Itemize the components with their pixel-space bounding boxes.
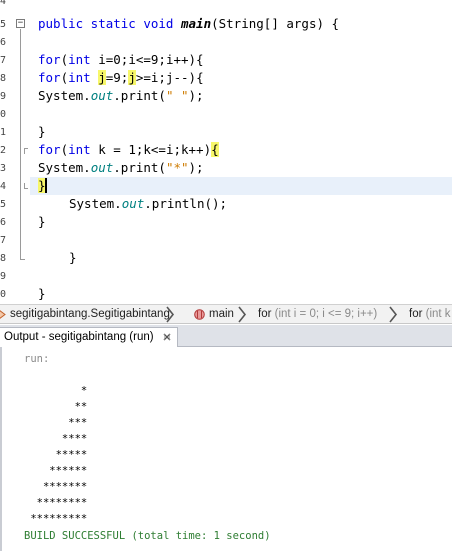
close-icon[interactable] <box>162 332 172 342</box>
code-token: =9; <box>105 70 129 85</box>
line-number: 4 <box>0 181 7 192</box>
line-number: 2 <box>0 145 7 156</box>
breadcrumb-item-class[interactable]: segitigabintang.Segitigabintang <box>10 305 170 323</box>
chevron-right-icon <box>237 306 247 323</box>
collapse-method-icon[interactable]: − <box>16 19 25 28</box>
code-token: ( <box>60 142 69 157</box>
line-number: 8 <box>0 73 7 84</box>
code-token: ); <box>188 160 204 175</box>
code-line: System.out.println(); <box>69 195 227 213</box>
code-token: >=i;j--){ <box>135 70 204 85</box>
method-icon <box>194 309 205 320</box>
code-line: } <box>38 177 47 195</box>
field-token: out <box>90 160 114 175</box>
breadcrumb-item-method[interactable]: main <box>209 305 234 323</box>
build-status: BUILD SUCCESSFUL (total time: 1 second) <box>24 530 271 542</box>
code-line: for(int k = 1;k<=i;k++){ <box>38 141 219 159</box>
field-token: out <box>121 196 145 211</box>
code-token: .print( <box>113 88 166 103</box>
output-console[interactable]: run: * ** *** **** ***** ****** ******* … <box>0 347 452 551</box>
code-token: System. <box>69 196 122 211</box>
keyword-token: int <box>68 52 91 67</box>
code-line: System.out.print(" "); <box>38 87 204 105</box>
line-number: 7 <box>0 55 7 66</box>
code-token: k = 1;k<=i;k++) <box>90 142 212 157</box>
keyword-token: int <box>68 142 91 157</box>
string-literal: "*" <box>165 160 189 175</box>
run-label: run: <box>24 353 50 365</box>
breadcrumb-item-for-outer[interactable]: for (int i = 0; i <= 9; i++) <box>258 305 377 323</box>
line-number: 1 <box>0 127 7 138</box>
output-line: * <box>24 385 88 397</box>
keyword-token: for <box>38 70 61 85</box>
line-number: 8 <box>0 253 7 264</box>
output-tab-bar: Output - segitigabintang (run) <box>0 325 452 347</box>
keyword-token: public static void <box>38 16 181 31</box>
output-line: ******** <box>24 497 88 509</box>
line-number: 9 <box>0 271 7 282</box>
string-literal: " " <box>165 88 189 103</box>
code-token: ( <box>60 70 69 85</box>
code-line: } <box>38 124 46 139</box>
output-line: ********* <box>24 513 88 525</box>
code-line: } <box>38 286 46 301</box>
code-line: } <box>69 250 77 265</box>
output-line: *** <box>24 417 88 429</box>
line-number: 4 <box>0 0 7 7</box>
fold-end-tick <box>20 259 25 260</box>
line-number: 0 <box>0 289 7 300</box>
line-number: 0 <box>0 109 7 120</box>
output-line: ******* <box>24 481 88 493</box>
code-line: for(int j=9;j>=i;j--){ <box>38 69 204 87</box>
current-line-highlight <box>30 177 452 195</box>
highlighted-variable: j <box>98 70 106 85</box>
code-line: System.out.print("*"); <box>38 159 204 177</box>
highlighted-variable: j <box>128 70 136 85</box>
line-number: 6 <box>0 37 7 48</box>
chevron-right-icon <box>165 306 175 323</box>
line-number: 7 <box>0 235 7 246</box>
code-token: ); <box>188 88 204 103</box>
output-line: ****** <box>24 465 88 477</box>
matched-brace: { <box>211 142 219 157</box>
line-number: 3 <box>0 163 7 174</box>
fold-marker-icon[interactable] <box>24 148 28 154</box>
code-token: .println(); <box>144 196 228 211</box>
line-number: 5 <box>0 19 7 30</box>
fold-marker-icon[interactable] <box>24 183 28 189</box>
field-token: out <box>90 88 114 103</box>
fold-guide <box>20 29 21 260</box>
output-line: ***** <box>24 449 88 461</box>
code-line: } <box>38 214 46 229</box>
code-token: .print( <box>113 160 166 175</box>
code-token: ( <box>60 52 69 67</box>
breadcrumb-item-for-inner[interactable]: for (int k <box>409 305 451 323</box>
keyword-token: for <box>38 142 61 157</box>
chevron-right-icon <box>388 306 398 323</box>
class-icon <box>0 310 6 319</box>
output-line: ** <box>24 401 88 413</box>
method-name: main <box>181 16 212 31</box>
tab-output[interactable]: Output - segitigabintang (run) <box>0 327 178 347</box>
code-token: System. <box>38 88 91 103</box>
tab-label: Output - segitigabintang (run) <box>4 331 154 343</box>
text-caret <box>44 178 47 193</box>
line-number-gutter: 4 5 6 7 8 9 0 1 2 3 4 5 6 7 8 9 0 − <box>0 0 30 304</box>
keyword-token: for <box>38 52 61 67</box>
keyword-token: int <box>68 70 91 85</box>
code-line: for(int i=0;i<=9;i++){ <box>38 51 204 69</box>
line-number: 9 <box>0 91 7 102</box>
line-number: 5 <box>0 199 7 210</box>
output-line: **** <box>24 433 88 445</box>
code-editor[interactable]: 4 5 6 7 8 9 0 1 2 3 4 5 6 7 8 9 0 − publ… <box>0 0 452 304</box>
code-token: i=0;i<=9;i++){ <box>90 52 204 67</box>
line-number: 6 <box>0 217 7 228</box>
code-token: System. <box>38 160 91 175</box>
code-line: public static void main(String[] args) { <box>38 15 339 33</box>
code-token: (String[] args) { <box>211 16 340 31</box>
breadcrumb: segitigabintang.Segitigabintang main for… <box>0 304 452 324</box>
